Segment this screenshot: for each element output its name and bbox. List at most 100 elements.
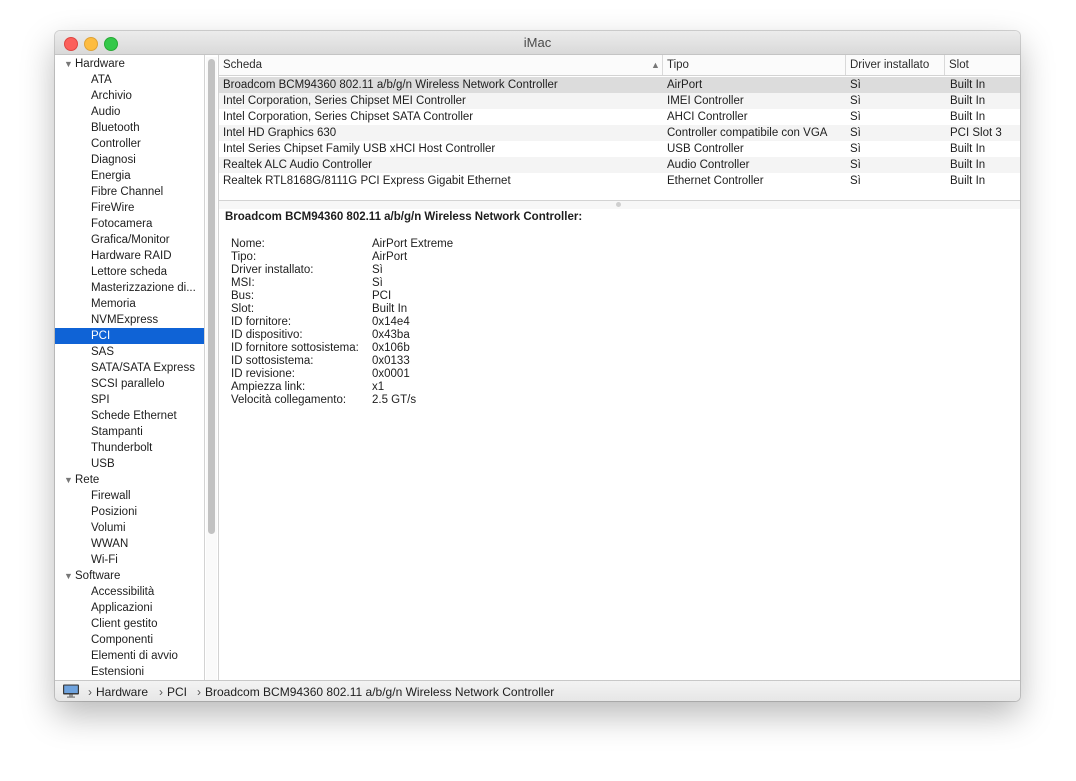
sidebar-item-hardware[interactable]: ▼ Hardware — [55, 56, 204, 72]
breadcrumb-label: Hardware — [96, 685, 149, 699]
sidebar-item-estensioni[interactable]: Estensioni — [55, 664, 204, 680]
sidebar-item-volumi[interactable]: Volumi — [55, 520, 204, 536]
breadcrumb-chevron-icon: › — [88, 685, 92, 699]
table-cell-scheda: Broadcom BCM94360 802.11 a/b/g/n Wireles… — [223, 79, 558, 91]
sidebar-item-hardware-raid[interactable]: Hardware RAID — [55, 248, 204, 264]
table-row[interactable]: Intel Series Chipset Family USB xHCI Hos… — [219, 141, 1020, 157]
sidebar-item-scsi-parallelo[interactable]: SCSI parallelo — [55, 376, 204, 392]
table-row[interactable]: Intel HD Graphics 630 Controller compatib… — [219, 125, 1020, 141]
breadcrumb-item[interactable]: › Hardware — [88, 684, 148, 700]
column-header-slot[interactable]: Slot — [944, 55, 1019, 75]
detail-field-value: 0x14e4 — [372, 316, 410, 328]
detail-field-value: 2.5 GT/s — [372, 394, 417, 406]
sidebar-item-posizioni[interactable]: Posizioni — [55, 504, 204, 520]
sidebar-item-memoria[interactable]: Memoria — [55, 296, 204, 312]
sidebar-item-firewire[interactable]: FireWire — [55, 200, 204, 216]
sidebar-item-label: Energia — [91, 170, 131, 182]
sidebar-scrollbar[interactable] — [206, 57, 217, 680]
sidebar-item-label: Memoria — [91, 298, 136, 310]
detail-pane: Broadcom BCM94360 802.11 a/b/g/n Wireles… — [219, 209, 1020, 680]
sidebar-item-accessibilit[interactable]: Accessibilità — [55, 584, 204, 600]
sidebar-item-applicazioni[interactable]: Applicazioni — [55, 600, 204, 616]
sidebar-item-label: Lettore scheda — [91, 266, 168, 278]
breadcrumb-chevron-icon: › — [197, 685, 201, 699]
sidebar-item-diagnosi[interactable]: Diagnosi — [55, 152, 204, 168]
detail-field-value: 0x43ba — [372, 329, 410, 341]
sidebar-item-label: Thunderbolt — [91, 442, 153, 454]
path-bar: › Hardware › PCI › Broadcom BCM94360 802.11 a… — [55, 680, 1020, 701]
column-header-driver-installato[interactable]: Driver installato — [845, 55, 944, 75]
sidebar-item-thunderbolt[interactable]: Thunderbolt — [55, 440, 204, 456]
sidebar-item-label: Wi-Fi — [91, 554, 118, 566]
sidebar-item-wwan[interactable]: WWAN — [55, 536, 204, 552]
disclosure-triangle-icon[interactable]: ▼ — [64, 568, 73, 584]
breadcrumb-item[interactable]: › Broadcom BCM94360 802.11 a/b/g/n Wirele… — [197, 684, 554, 700]
sidebar-item-grafica-monitor[interactable]: Grafica/Monitor — [55, 232, 204, 248]
sidebar-item-client-gestito[interactable]: Client gestito — [55, 616, 204, 632]
table-cell-slot: PCI Slot 3 — [950, 127, 1002, 139]
sidebar-item-pci[interactable]: PCI — [55, 328, 204, 344]
column-header-scheda[interactable]: Scheda — [219, 55, 663, 75]
breadcrumb-item[interactable]: › PCI — [159, 684, 187, 700]
table-row[interactable]: Realtek ALC Audio Controller Audio Contro… — [219, 157, 1020, 173]
detail-field-key: Bus: — [231, 290, 255, 302]
sidebar-item-sas[interactable]: SAS — [55, 344, 204, 360]
sidebar-item-fotocamera[interactable]: Fotocamera — [55, 216, 204, 232]
sidebar-item-label: Rete — [75, 474, 100, 486]
table-row[interactable]: Realtek RTL8168G/8111G PCI Express Gigab… — [219, 173, 1020, 189]
table-cell-driver: Sì — [850, 79, 861, 91]
detail-field-value: Sì — [372, 264, 383, 276]
sidebar-scrollbar-thumb[interactable] — [208, 59, 215, 534]
splitter-grip-icon[interactable] — [616, 202, 621, 207]
table-cell-scheda: Intel Corporation, Series Chipset MEI Co… — [223, 95, 466, 107]
detail-field-value: AirPort — [372, 251, 408, 263]
detail-field-key: Nome: — [231, 238, 265, 250]
computer-icon[interactable] — [62, 684, 80, 701]
sidebar-item-fibre-channel[interactable]: Fibre Channel — [55, 184, 204, 200]
sidebar-item-nvmexpress[interactable]: NVMExpress — [55, 312, 204, 328]
table-cell-tipo: IMEI Controller — [667, 95, 744, 107]
sidebar-item-ata[interactable]: ATA — [55, 72, 204, 88]
detail-field-key: ID sottosistema: — [231, 355, 314, 367]
sidebar-item-schede-ethernet[interactable]: Schede Ethernet — [55, 408, 204, 424]
sidebar-item-audio[interactable]: Audio — [55, 104, 204, 120]
sort-ascending-icon[interactable]: ▲ — [651, 55, 660, 75]
title-bar[interactable]: iMac — [55, 31, 1020, 55]
sidebar-item-usb[interactable]: USB — [55, 456, 204, 472]
sidebar-item-label: WWAN — [91, 538, 129, 550]
table-cell-driver: Sì — [850, 143, 861, 155]
sidebar-item-label: Bluetooth — [91, 122, 140, 134]
sidebar-item-spi[interactable]: SPI — [55, 392, 204, 408]
sidebar-item-energia[interactable]: Energia — [55, 168, 204, 184]
sidebar-item-label: Accessibilità — [91, 586, 155, 598]
sidebar-item-label: Software — [75, 570, 121, 582]
sidebar-item-sata-sata-express[interactable]: SATA/SATA Express — [55, 360, 204, 376]
sidebar-item-label: Controller — [91, 138, 141, 150]
sidebar-item-stampanti[interactable]: Stampanti — [55, 424, 204, 440]
sidebar-item-wi-fi[interactable]: Wi-Fi — [55, 552, 204, 568]
table-row[interactable]: Intel Corporation, Series Chipset SATA C… — [219, 109, 1020, 125]
sidebar-item-controller[interactable]: Controller — [55, 136, 204, 152]
sidebar-item-bluetooth[interactable]: Bluetooth — [55, 120, 204, 136]
table-cell-driver: Sì — [850, 175, 861, 187]
sidebar-item-lettore-scheda[interactable]: Lettore scheda — [55, 264, 204, 280]
sidebar-item-label: USB — [91, 458, 115, 470]
disclosure-triangle-icon[interactable]: ▼ — [64, 56, 73, 72]
table-row[interactable]: Intel Corporation, Series Chipset MEI Co… — [219, 93, 1020, 109]
table-cell-scheda: Realtek RTL8168G/8111G PCI Express Gigab… — [223, 175, 511, 187]
sidebar-item-label: Estensioni — [91, 666, 145, 678]
table-cell-slot: Built In — [950, 175, 986, 187]
column-header-tipo[interactable]: Tipo — [662, 55, 845, 75]
table-row[interactable]: Broadcom BCM94360 802.11 a/b/g/n Wireles… — [219, 77, 1020, 93]
sidebar-item-elementi-di-avvio[interactable]: Elementi di avvio — [55, 648, 204, 664]
sidebar-item-firewall[interactable]: Firewall — [55, 488, 204, 504]
sidebar-item-rete[interactable]: ▼ Rete — [55, 472, 204, 488]
sidebar-item-componenti[interactable]: Componenti — [55, 632, 204, 648]
detail-field-key: Velocità collegamento: — [231, 394, 347, 406]
sidebar-item-archivio[interactable]: Archivio — [55, 88, 204, 104]
disclosure-triangle-icon[interactable]: ▼ — [64, 472, 73, 488]
table-cell-tipo: Controller compatibile con VGA — [667, 127, 828, 139]
table-cell-tipo: AHCI Controller — [667, 111, 748, 123]
sidebar-item-masterizzazione-di[interactable]: Masterizzazione di... — [55, 280, 204, 296]
sidebar-item-software[interactable]: ▼ Software — [55, 568, 204, 584]
